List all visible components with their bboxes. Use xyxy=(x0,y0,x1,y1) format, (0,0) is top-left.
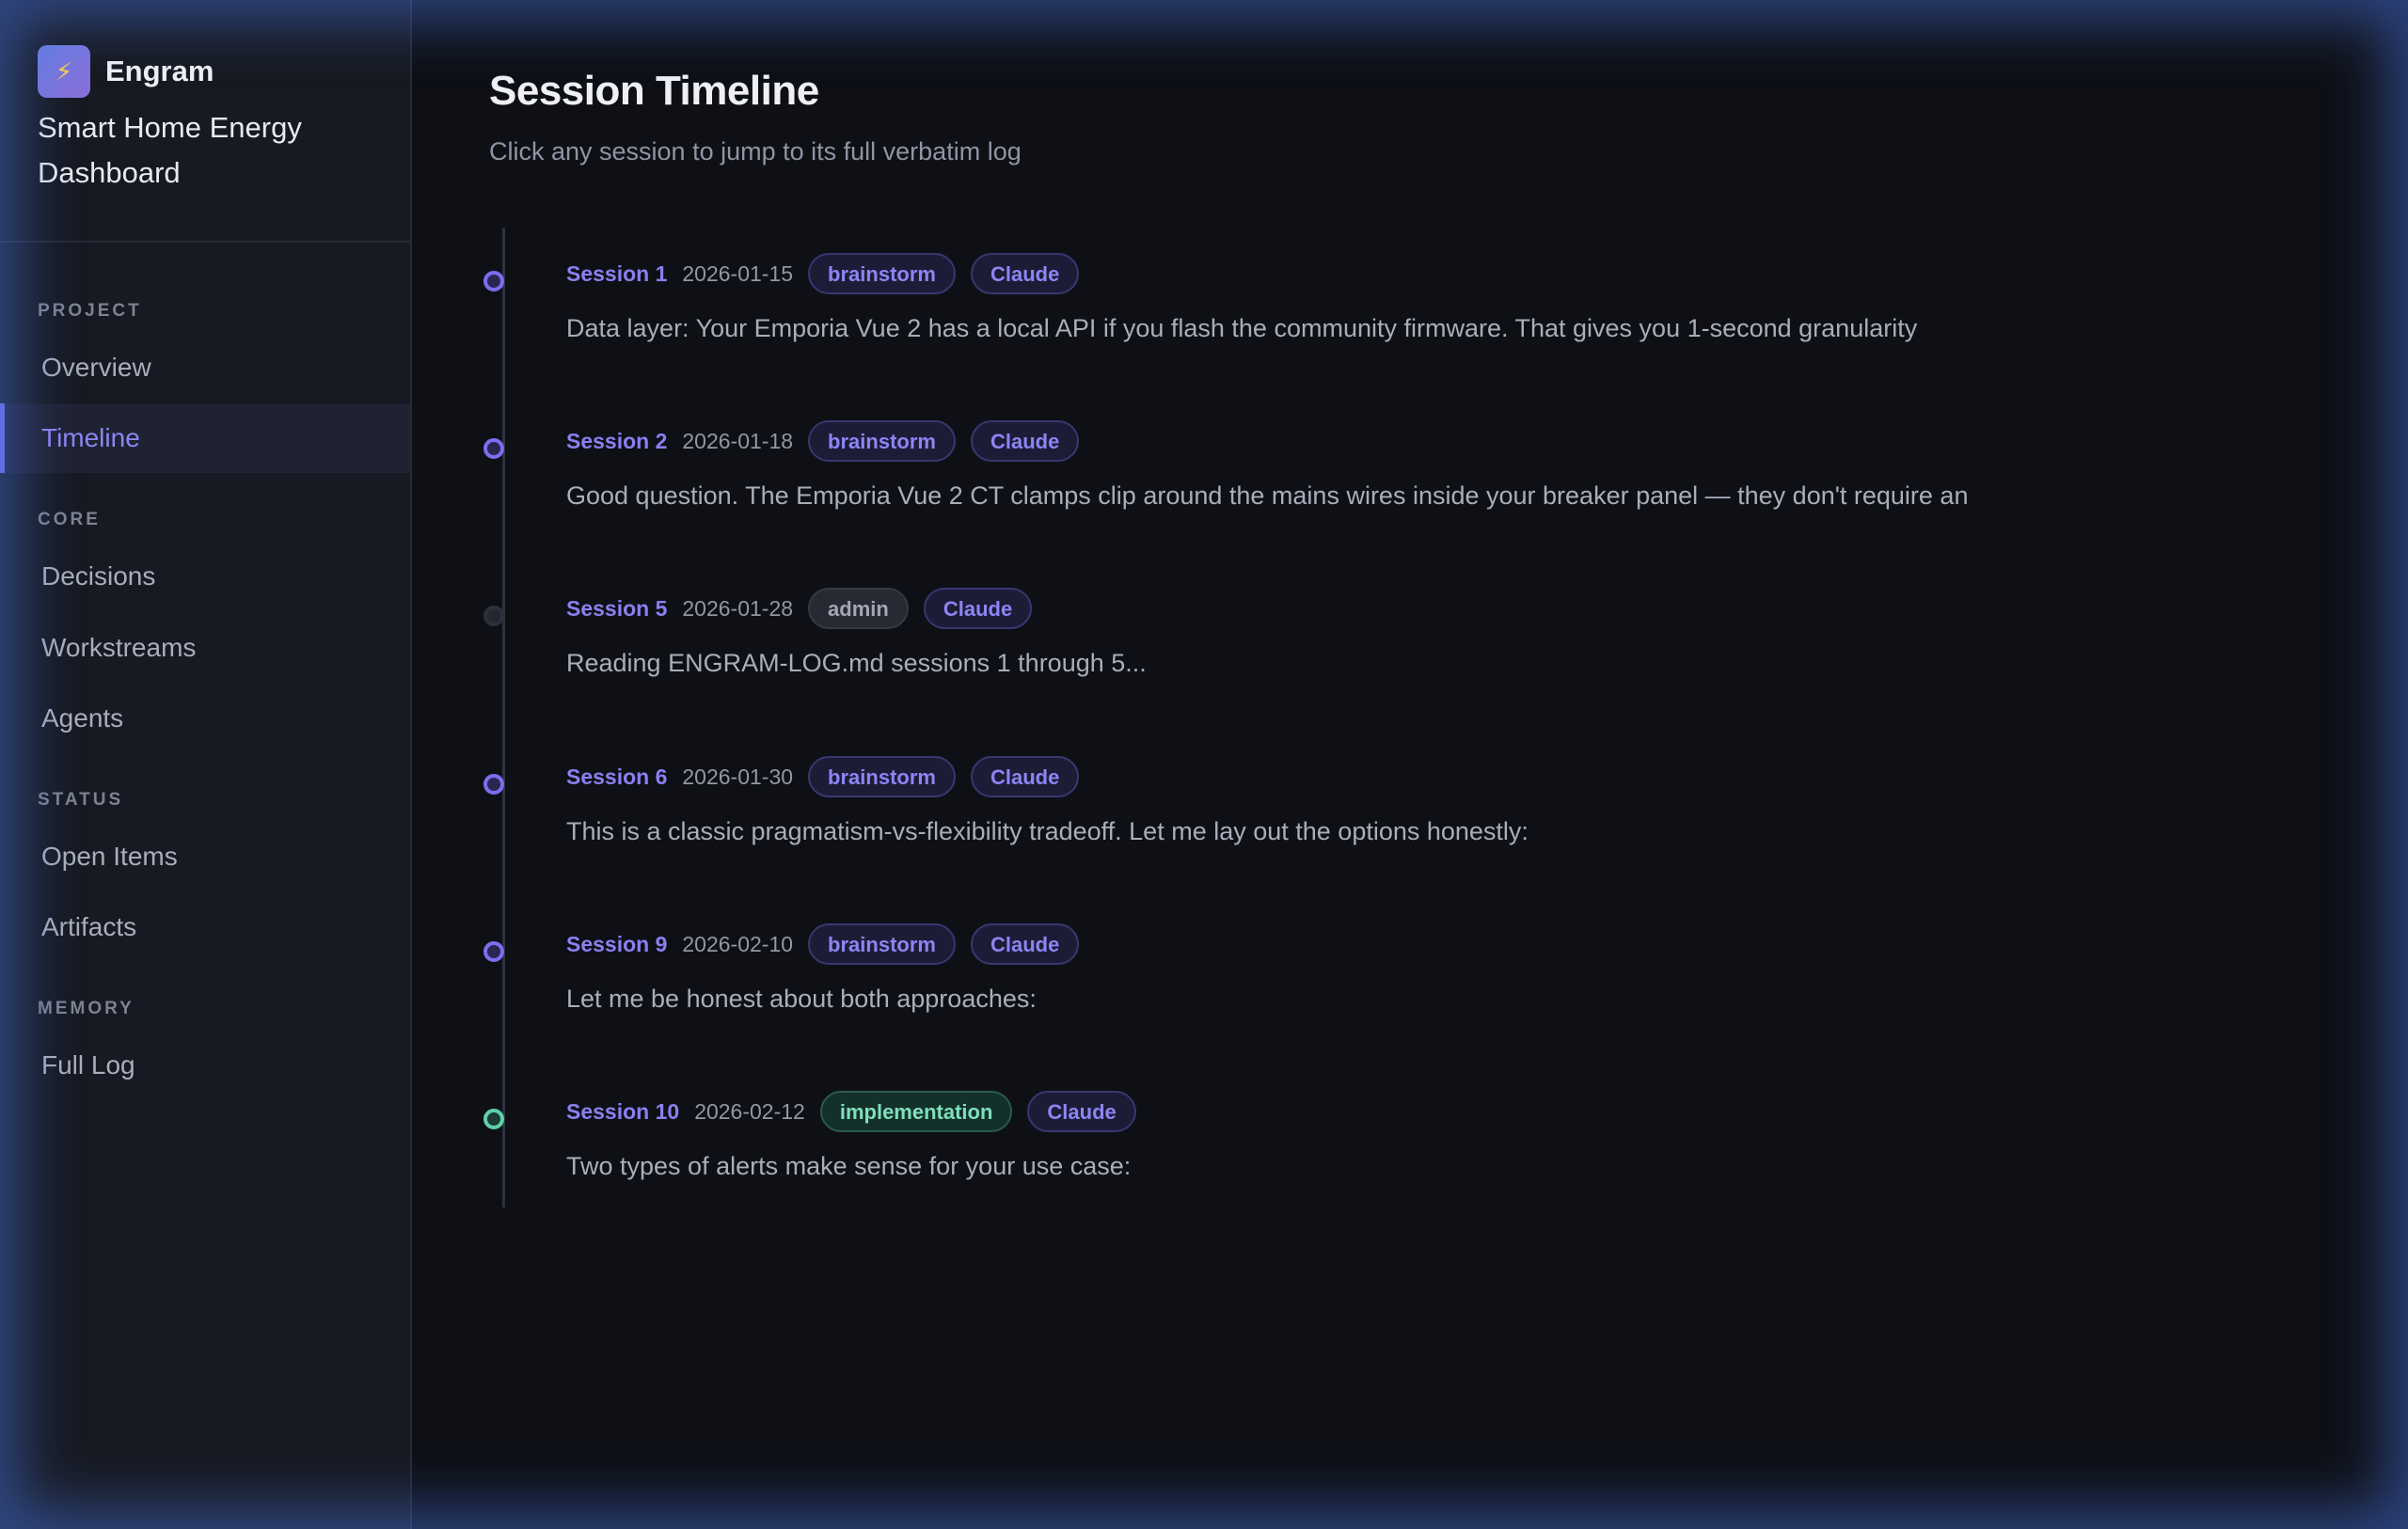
timeline-dot xyxy=(483,941,504,962)
page-title: Session Timeline xyxy=(489,68,819,114)
session-date: 2026-01-18 xyxy=(682,428,794,453)
session-header: Session 2 2026-01-18 brainstorm Claude xyxy=(566,419,1080,463)
agent-badge: Claude xyxy=(970,253,1080,294)
session-label[interactable]: Session 9 xyxy=(566,932,667,957)
session-type-badge: brainstorm xyxy=(808,756,956,797)
agent-badge: Claude xyxy=(1027,1091,1136,1132)
session-label[interactable]: Session 1 xyxy=(566,261,667,287)
session-header: Session 9 2026-02-10 brainstorm Claude xyxy=(566,922,1080,966)
sidebar-item-timeline[interactable]: Timeline xyxy=(0,403,410,473)
session-snippet: Reading ENGRAM-LOG.md sessions 1 through… xyxy=(566,649,1147,677)
session-header: Session 5 2026-01-28 admin Claude xyxy=(566,587,1033,630)
session-type-badge: brainstorm xyxy=(808,923,956,965)
session-type-badge: brainstorm xyxy=(808,420,956,462)
nav-section-core: CORE xyxy=(38,510,101,529)
nav-section-project: PROJECT xyxy=(38,301,142,321)
lightning-icon: ⚡ xyxy=(38,45,90,98)
session-snippet: This is a classic pragmatism-vs-flexibil… xyxy=(566,817,1529,845)
timeline-dot xyxy=(483,271,504,292)
timeline-session[interactable]: Session 2 2026-01-18 brainstorm Claude G… xyxy=(412,419,2293,560)
timeline-session[interactable]: Session 9 2026-02-10 brainstorm Claude L… xyxy=(412,922,2293,1064)
timeline-session[interactable]: Session 6 2026-01-30 brainstorm Claude T… xyxy=(412,755,2293,896)
session-label[interactable]: Session 2 xyxy=(566,429,667,454)
session-snippet: Good question. The Emporia Vue 2 CT clam… xyxy=(566,481,1969,510)
sidebar-item-full-log[interactable]: Full Log xyxy=(0,1031,410,1100)
session-label[interactable]: Session 10 xyxy=(566,1099,679,1125)
timeline-dot xyxy=(483,1109,504,1129)
sidebar-item-artifacts[interactable]: Artifacts xyxy=(0,892,410,962)
nav-section-status: STATUS xyxy=(38,790,124,810)
agent-badge: Claude xyxy=(923,588,1033,629)
session-date: 2026-02-12 xyxy=(694,1098,805,1124)
agent-badge: Claude xyxy=(970,756,1080,797)
main-content: Session Timeline Click any session to ju… xyxy=(412,0,2408,1529)
agent-badge: Claude xyxy=(970,923,1080,965)
session-date: 2026-01-28 xyxy=(682,595,794,621)
session-snippet: Let me be honest about both approaches: xyxy=(566,985,1037,1013)
session-header: Session 10 2026-02-12 implementation Cla… xyxy=(566,1090,1136,1133)
sidebar-item-open-items[interactable]: Open Items xyxy=(0,822,410,891)
nav-section-memory: MEMORY xyxy=(38,999,135,1018)
session-type-badge: brainstorm xyxy=(808,253,956,294)
session-type-badge: admin xyxy=(808,588,909,629)
session-snippet: Data layer: Your Emporia Vue 2 has a loc… xyxy=(566,314,1918,342)
sidebar-item-workstreams[interactable]: Workstreams xyxy=(0,613,410,683)
session-date: 2026-01-15 xyxy=(682,260,794,286)
agent-badge: Claude xyxy=(970,420,1080,462)
brand[interactable]: ⚡ Engram xyxy=(38,45,214,98)
timeline-dot xyxy=(483,438,504,459)
session-header: Session 1 2026-01-15 brainstorm Claude xyxy=(566,252,1080,295)
timeline-session[interactable]: Session 5 2026-01-28 admin Claude Readin… xyxy=(412,587,2293,728)
session-type-badge: implementation xyxy=(819,1091,1013,1132)
timeline-session[interactable]: Session 1 2026-01-15 brainstorm Claude D… xyxy=(412,252,2293,393)
sidebar-item-overview[interactable]: Overview xyxy=(0,333,410,402)
session-date: 2026-01-30 xyxy=(682,764,794,789)
brand-name: Engram xyxy=(105,55,214,87)
project-name: Smart Home Energy Dashboard xyxy=(38,111,302,189)
session-snippet: Two types of alerts make sense for your … xyxy=(566,1152,1132,1180)
session-date: 2026-02-10 xyxy=(682,931,794,956)
page-subtitle: Click any session to jump to its full ve… xyxy=(489,137,1022,166)
session-header: Session 6 2026-01-30 brainstorm Claude xyxy=(566,755,1080,798)
sidebar-item-agents[interactable]: Agents xyxy=(0,684,410,753)
app-window: ⚡ Engram Smart Home Energy Dashboard PRO… xyxy=(0,0,2408,1529)
sidebar-divider xyxy=(0,241,410,243)
session-label[interactable]: Session 6 xyxy=(566,764,667,790)
timeline-session[interactable]: Session 10 2026-02-12 implementation Cla… xyxy=(412,1090,2293,1231)
timeline-dot xyxy=(483,606,504,626)
sidebar-item-decisions[interactable]: Decisions xyxy=(0,542,410,611)
sidebar: ⚡ Engram Smart Home Energy Dashboard PRO… xyxy=(0,0,412,1529)
timeline-dot xyxy=(483,774,504,795)
session-label[interactable]: Session 5 xyxy=(566,596,667,622)
